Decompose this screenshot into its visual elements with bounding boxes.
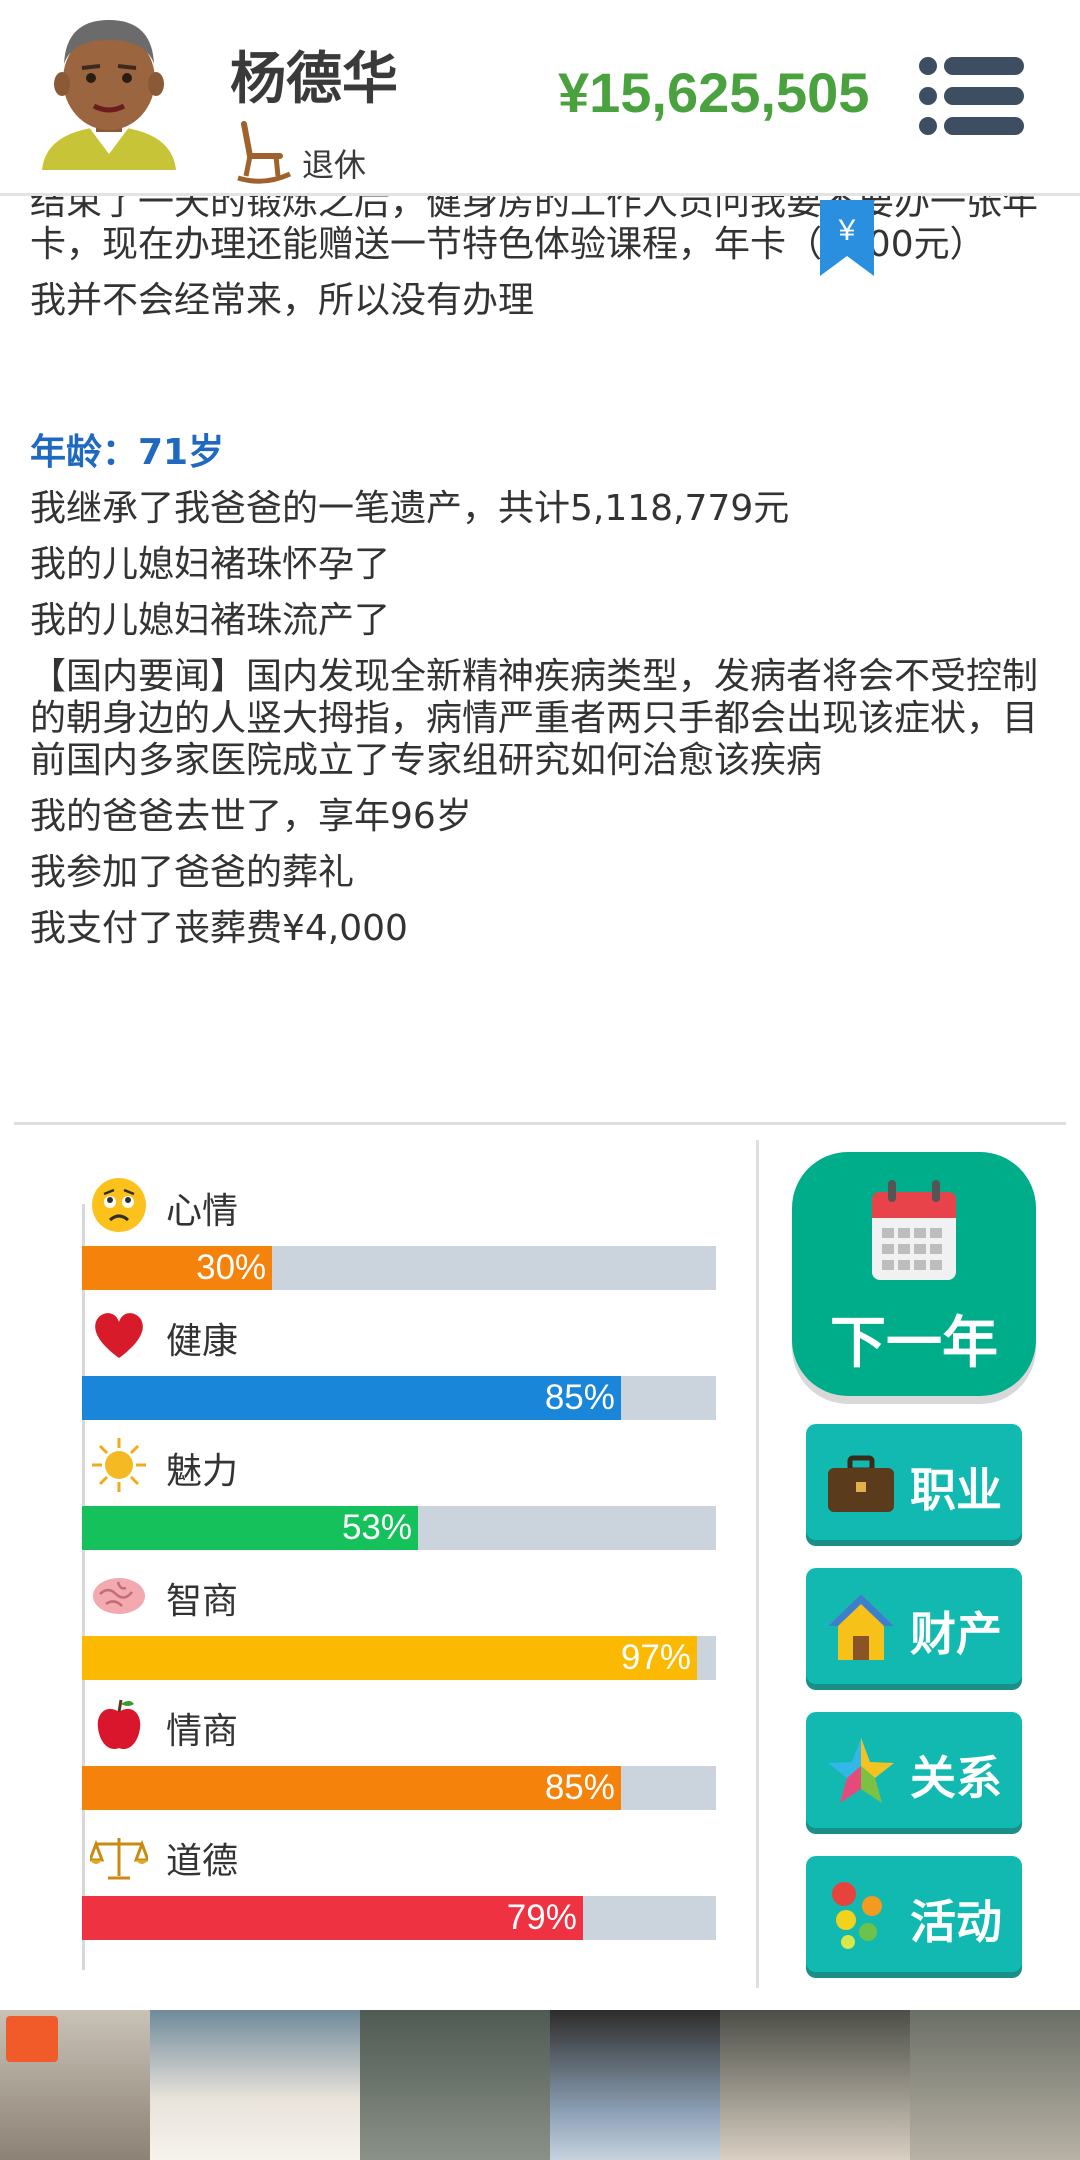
stat-morality: 道德 79% — [82, 1826, 716, 1956]
heart-icon — [95, 1313, 143, 1358]
stat-label: 智商 — [166, 1581, 239, 1622]
log-entry: 我的爸爸去世了，享年96岁 — [30, 796, 472, 837]
next-year-label: 下一年 — [830, 1311, 998, 1376]
stat-bar: 53% — [82, 1506, 716, 1550]
sun-icon — [92, 1438, 146, 1492]
log-entry: 我的儿媳妇褚珠流产了 — [30, 600, 391, 641]
log-entry: 我并不会经常来，所以没有办理 — [30, 280, 535, 321]
career-button[interactable]: 职业 — [806, 1424, 1022, 1540]
relations-label: 关系 — [910, 1751, 1002, 1805]
stat-bar-fill: 53% — [82, 1506, 419, 1550]
briefcase-icon — [828, 1455, 894, 1512]
panel-divider — [756, 1140, 759, 1988]
stat-bar: 85% — [82, 1376, 716, 1420]
occupation-status: 退休 — [302, 146, 367, 184]
stat-percent: 79% — [506, 1898, 577, 1937]
stat-percent: 85% — [544, 1768, 615, 1807]
stat-mood: 心情 30% — [82, 1176, 716, 1306]
stat-bar-fill: 79% — [82, 1896, 583, 1940]
money-bookmark-symbol: ¥ — [838, 214, 856, 247]
ad-banner[interactable] — [0, 2010, 1080, 2160]
money-balance: ¥15,625,505 — [558, 61, 870, 124]
stat-label: 情商 — [166, 1711, 239, 1752]
log-entry: 我参加了爸爸的葬礼 — [30, 852, 355, 893]
avatar — [42, 20, 176, 170]
stat-health: 健康 85% — [82, 1306, 716, 1436]
log-entry: 我的儿媳妇褚珠怀孕了 — [30, 544, 391, 585]
stat-label: 魅力 — [166, 1451, 239, 1492]
activities-label: 活动 — [910, 1895, 1002, 1949]
log-entry: 我继承了我爸爸的一笔遗产，共计5,118,779元 — [30, 488, 790, 529]
ad-photo — [360, 2010, 550, 2160]
stat-eq: 情商 85% — [82, 1696, 716, 1826]
money-bookmark-icon[interactable]: ¥ — [820, 200, 874, 276]
ad-photo — [550, 2010, 720, 2160]
section-divider — [14, 1122, 1066, 1125]
assets-button[interactable]: 财产 — [806, 1568, 1022, 1684]
stat-bar: 97% — [82, 1636, 716, 1680]
sad-face-icon — [92, 1178, 146, 1232]
rocking-chair-icon — [237, 121, 292, 184]
scales-icon — [90, 1838, 148, 1880]
age-heading: 年龄：71岁 — [30, 432, 225, 473]
stats-panel: 心情 30% 健康 85% 魅力 53% 智商 97% 情商 85% 道德 79… — [0, 1138, 760, 1978]
log-entry: 结束了一天的锻炼之后，健身房的工作人员问我要不要办一张年卡，现在办理还能赠送一节… — [30, 196, 1039, 265]
assets-label: 财产 — [910, 1607, 1002, 1661]
stat-bar-fill: 30% — [82, 1246, 273, 1290]
event-log[interactable]: 结束了一天的锻炼之后，健身房的工作人员问我要不要办一张年卡，现在办理还能赠送一节… — [0, 196, 1080, 1122]
career-label: 职业 — [910, 1463, 1002, 1517]
stat-label: 健康 — [166, 1321, 239, 1362]
apple-icon — [97, 1699, 141, 1750]
ad-photo — [150, 2010, 360, 2160]
stat-bar-fill: 97% — [82, 1636, 697, 1680]
stat-bar: 30% — [82, 1246, 716, 1290]
menu-button[interactable] — [918, 56, 1024, 136]
stat-label: 道德 — [166, 1841, 239, 1882]
calendar-icon — [872, 1180, 956, 1280]
stat-charm: 魅力 53% — [82, 1436, 716, 1566]
stat-percent: 53% — [341, 1508, 413, 1547]
player-name: 杨德华 — [230, 47, 398, 112]
stat-percent: 85% — [544, 1378, 615, 1417]
stat-bar-fill: 85% — [82, 1766, 621, 1810]
stat-label: 心情 — [166, 1191, 239, 1232]
activities-dots-icon — [832, 1882, 882, 1949]
stat-bar: 79% — [82, 1896, 716, 1940]
star-icon — [828, 1738, 894, 1803]
ad-photo — [910, 2010, 1080, 2160]
stat-iq: 智商 97% — [82, 1566, 716, 1696]
top-bar: 杨德华 退休 ¥15,625,505 — [0, 0, 1080, 196]
stat-percent: 97% — [620, 1638, 691, 1677]
ad-photo — [720, 2010, 910, 2160]
ad-logo-icon — [6, 2016, 58, 2062]
log-entry: 【国内要闻】国内发现全新精神疾病类型，发病者将会不受控制的朝身边的人竖大拇指，病… — [30, 656, 1039, 781]
log-entry: 我支付了丧葬费¥4,000 — [30, 908, 408, 949]
house-icon — [828, 1594, 894, 1660]
stat-bar-fill: 85% — [82, 1376, 621, 1420]
activities-button[interactable]: 活动 — [806, 1856, 1022, 1972]
stat-bar: 85% — [82, 1766, 716, 1810]
relations-button[interactable]: 关系 — [806, 1712, 1022, 1828]
brain-icon — [93, 1578, 145, 1614]
next-year-button[interactable]: 下一年 — [792, 1152, 1036, 1396]
stat-percent: 30% — [196, 1248, 267, 1287]
